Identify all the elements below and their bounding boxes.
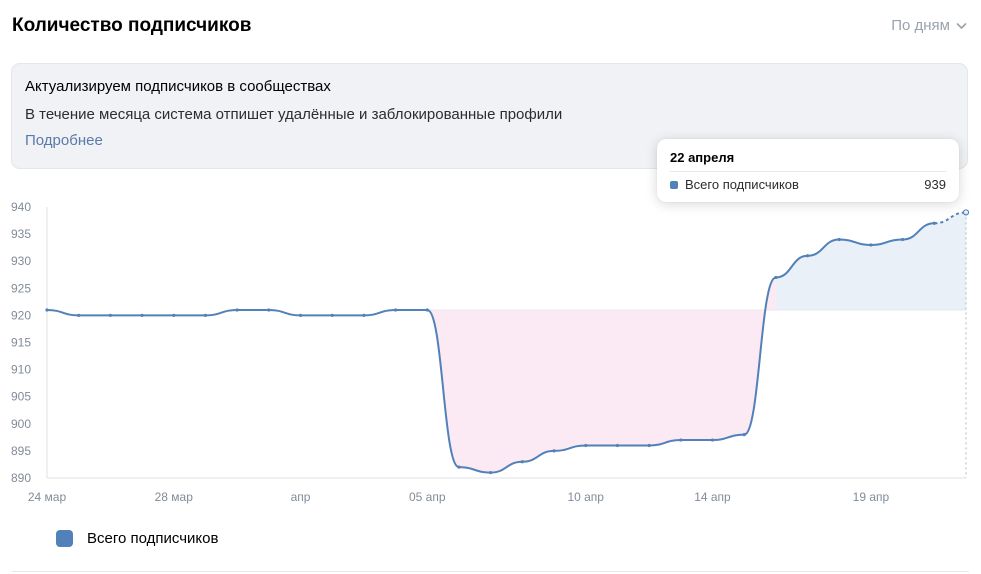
data-point: [108, 313, 112, 317]
more-link[interactable]: Подробнее: [25, 132, 103, 149]
data-point: [615, 443, 620, 448]
data-point: [457, 465, 461, 469]
data-point: [298, 313, 303, 317]
legend-label: Всего подписчиков: [87, 530, 219, 547]
y-tick-label: 890: [11, 471, 31, 485]
gain-area: [775, 212, 966, 310]
x-tick-label: апр: [291, 490, 311, 504]
data-point: [77, 313, 81, 317]
y-tick-label: 930: [11, 254, 31, 268]
loss-area: [427, 277, 776, 473]
data-point: [489, 470, 493, 475]
info-banner-text: В течение месяца система отпишет удалённ…: [25, 106, 563, 123]
tooltip-date: 22 апреля: [670, 150, 735, 165]
data-point: [203, 313, 208, 317]
page-title: Количество подписчиков: [12, 15, 252, 36]
data-point: [774, 275, 778, 280]
y-tick-label: 915: [11, 336, 31, 350]
period-selector[interactable]: По дням: [891, 17, 967, 34]
data-point: [932, 221, 936, 225]
data-point: [172, 313, 176, 317]
x-tick-label: 19 апр: [853, 490, 890, 504]
y-tick-label: 895: [11, 444, 31, 458]
y-tick-label: 920: [11, 308, 31, 322]
subscribers-chart[interactable]: 890 895 900 905 910 915 920 925 930 935 940 24 мар 2…: [0, 180, 981, 520]
x-tick-label: 14 апр: [694, 490, 731, 504]
tooltip-series-swatch: [670, 181, 678, 189]
y-tick-label: 910: [11, 363, 31, 377]
data-point: [901, 237, 905, 242]
y-tick-label: 940: [11, 200, 31, 214]
data-point: [837, 237, 841, 242]
x-tick-label: 28 мар: [155, 490, 194, 504]
tooltip-series-label: Всего подписчиков: [685, 177, 799, 192]
data-point: [742, 433, 746, 437]
period-selector-label: По дням: [891, 17, 950, 34]
data-point: [393, 308, 398, 312]
data-point: [552, 449, 556, 453]
data-point: [235, 308, 239, 312]
data-point: [362, 313, 366, 317]
data-point: [647, 443, 651, 448]
chart-tooltip: 22 апреля Всего подписчиков 939: [657, 139, 959, 202]
y-tick-label: 900: [11, 417, 31, 431]
chart-legend[interactable]: Всего подписчиков: [56, 530, 218, 547]
data-point: [805, 254, 810, 258]
x-tick-label: 05 апр: [409, 490, 446, 504]
x-tick-label: 10 апр: [567, 490, 604, 504]
data-point: [45, 308, 49, 312]
data-point: [679, 438, 683, 442]
x-tick-label: 24 мар: [28, 490, 67, 504]
section-divider: [12, 571, 969, 572]
data-point: [869, 243, 873, 247]
data-point: [140, 313, 144, 317]
y-tick-label: 925: [11, 281, 31, 295]
data-point: [584, 443, 588, 448]
tooltip-value: 939: [924, 177, 946, 192]
chevron-down-icon: [956, 22, 967, 29]
data-point: [710, 438, 715, 442]
tooltip-divider: [670, 171, 946, 172]
info-banner-title: Актуализируем подписчиков в сообществах: [25, 78, 331, 95]
y-tick-label: 935: [11, 227, 31, 241]
data-point: [425, 308, 429, 312]
data-point: [267, 308, 271, 312]
y-tick-label: 905: [11, 390, 31, 404]
data-point: [520, 460, 524, 464]
legend-swatch: [56, 530, 73, 547]
data-point: [330, 313, 334, 317]
